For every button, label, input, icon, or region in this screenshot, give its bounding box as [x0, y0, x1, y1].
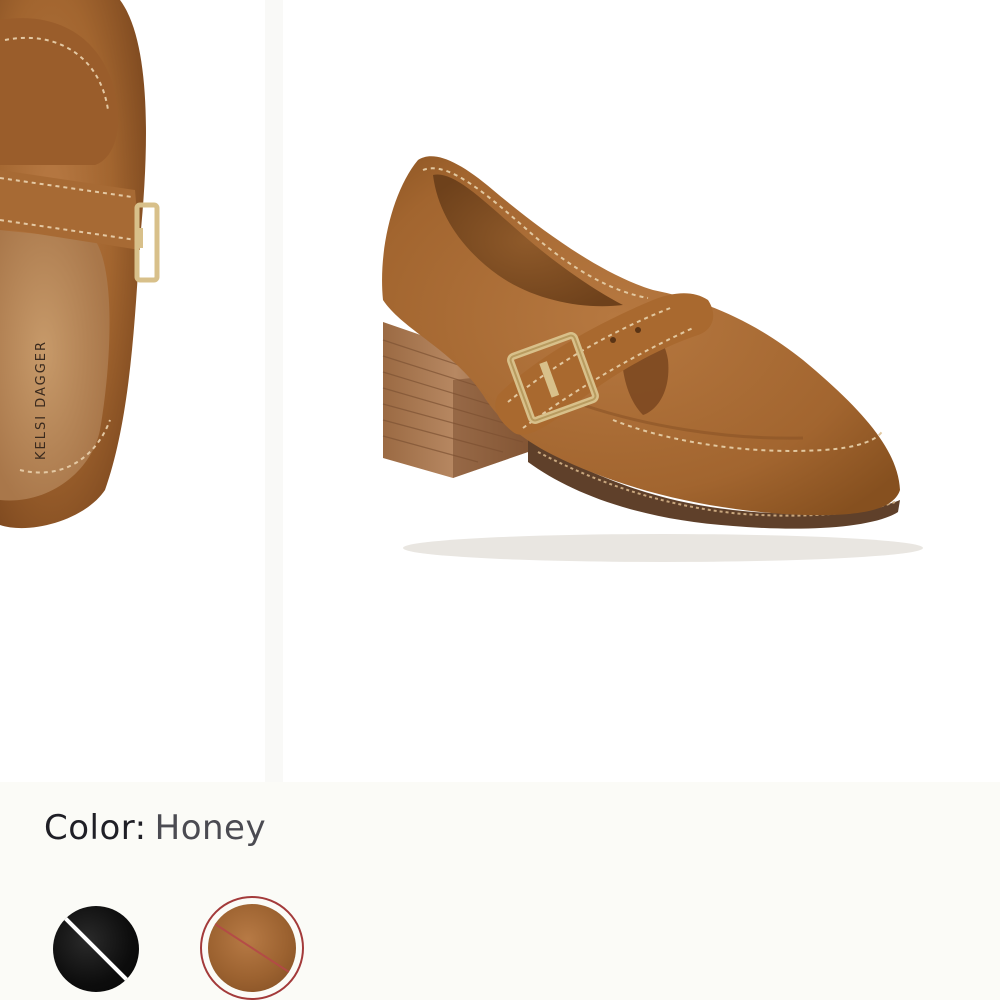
product-image-gallery[interactable]: KELSI DAGGER	[0, 0, 1000, 782]
selected-color-value: Honey	[154, 808, 267, 848]
insole-brand-text: KELSI DAGGER	[34, 340, 49, 460]
gallery-image-side-view[interactable]	[283, 0, 1000, 782]
color-label-key: Color:	[44, 808, 147, 848]
gallery-image-top-view[interactable]: KELSI DAGGER	[0, 0, 265, 782]
color-label: Color: Honey	[44, 808, 266, 848]
product-page: KELSI DAGGER Color: Honey	[0, 0, 1000, 1000]
unavailable-strike-icon	[208, 917, 296, 979]
color-swatch-honey[interactable]	[208, 904, 296, 992]
gallery-divider	[265, 0, 283, 782]
shoe-top-view-illustration: KELSI DAGGER	[0, 0, 160, 529]
shoe-side-view-illustration	[382, 156, 923, 562]
color-swatch-black[interactable]	[53, 906, 139, 992]
unavailable-strike-icon	[55, 908, 137, 990]
